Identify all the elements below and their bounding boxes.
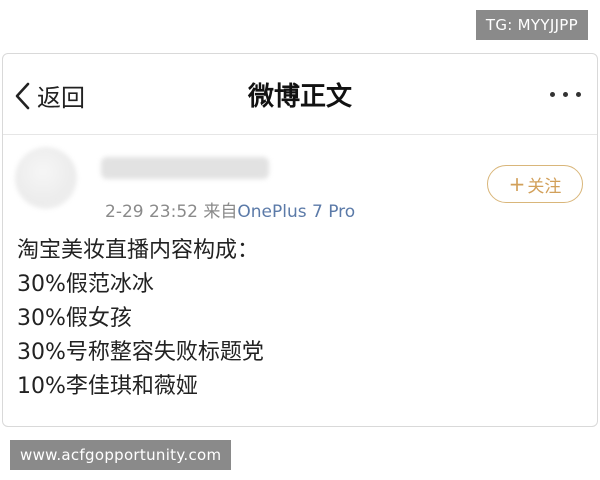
content-line: 30%号称整容失败标题党 (17, 340, 264, 365)
content-line: 10%李佳琪和薇娅 (17, 374, 198, 399)
weibo-post-screen: 返回 微博正文 2-29 23:52 来自OnePlus 7 Pro + 关注 … (2, 53, 598, 427)
source-prefix: 来自 (203, 202, 238, 222)
post-timestamp: 2-29 23:52 (105, 202, 198, 222)
follow-label: 关注 (527, 176, 562, 197)
content-line: 淘宝美妆直播内容构成： (17, 238, 260, 263)
content-line: 30%假范冰冰 (17, 272, 154, 297)
page-title: 微博正文 (247, 82, 352, 112)
username-blurred[interactable] (101, 157, 269, 179)
more-options-icon[interactable] (550, 92, 581, 97)
plus-icon: + (508, 172, 526, 196)
more-dot (563, 92, 568, 97)
tg-watermark-badge: TG: MYYJJPP (475, 10, 588, 40)
site-watermark: www.acfgopportunity.com (10, 440, 232, 470)
follow-button[interactable]: + 关注 (487, 165, 583, 203)
screenshot-page: TG: MYYJJPP 返回 微博正文 2-29 23:52 来自OnePlus… (0, 0, 600, 480)
navigation-bar: 返回 微博正文 (3, 54, 597, 135)
avatar[interactable] (15, 147, 77, 209)
post-content: 淘宝美妆直播内容构成： 30%假范冰冰 30%假女孩 30%号称整容失败标题党 … (17, 234, 264, 404)
post-meta: 2-29 23:52 来自OnePlus 7 Pro (105, 197, 355, 222)
content-line: 30%假女孩 (17, 306, 132, 331)
more-dot (576, 92, 581, 97)
more-dot (550, 92, 555, 97)
source-device-link[interactable]: OnePlus 7 Pro (237, 202, 355, 222)
